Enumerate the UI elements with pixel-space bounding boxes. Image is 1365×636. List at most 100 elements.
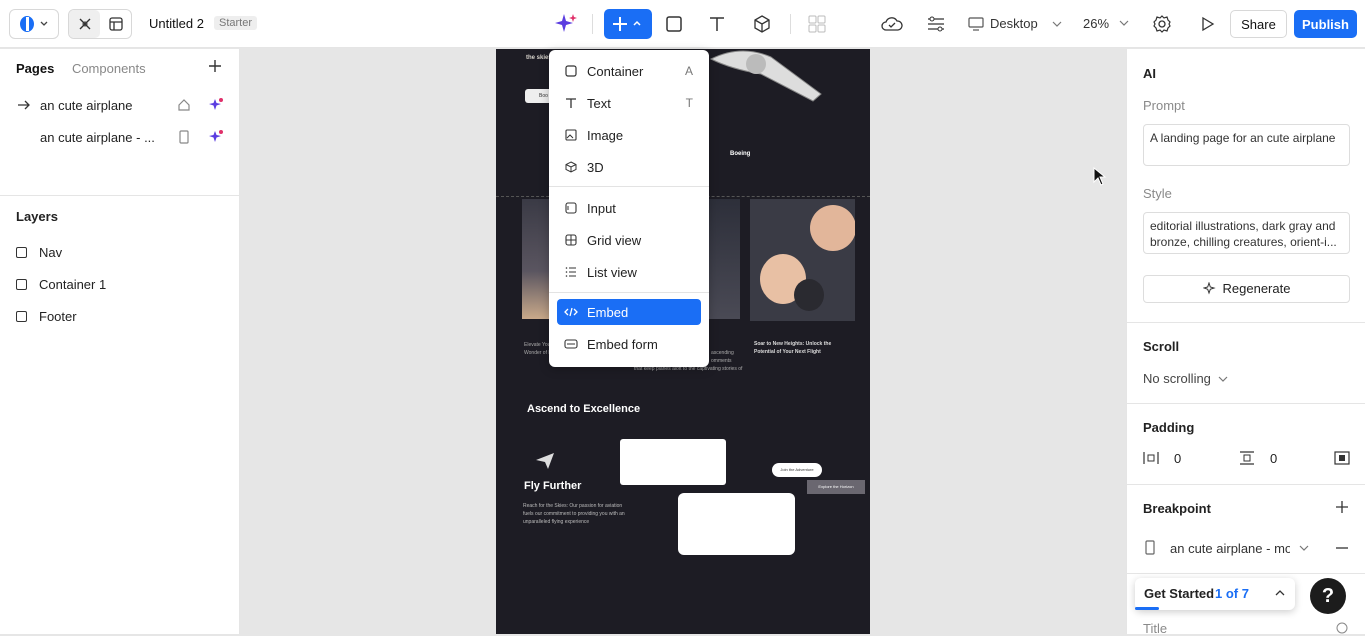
- menu-item-embed[interactable]: Embed: [557, 299, 701, 325]
- 3d-tool-icon[interactable]: [752, 14, 772, 34]
- embed-preview: [678, 493, 795, 555]
- padding-individual-icon[interactable]: [1334, 451, 1350, 465]
- fly-title: Fly Further: [524, 480, 582, 492]
- help-button[interactable]: ?: [1310, 578, 1346, 614]
- left-panel: Pages Components an cute airplane an cut…: [0, 49, 240, 634]
- chevron-down-icon: [1052, 21, 1062, 27]
- menu-item-embed-form[interactable]: Embed form: [557, 331, 701, 357]
- editor-mode-toggle: [68, 9, 132, 39]
- chevron-down-icon: [1218, 376, 1228, 382]
- layer-item[interactable]: Container 1: [16, 277, 106, 292]
- cloud-sync-icon[interactable]: [880, 13, 904, 35]
- tab-components[interactable]: Components: [72, 61, 146, 76]
- style-field[interactable]: editorial illustrations, dark gray and b…: [1143, 212, 1350, 254]
- frame-icon: [16, 247, 27, 258]
- input-icon: [564, 201, 578, 215]
- insert-menu: Container A Text T Image 3D Input Grid v…: [549, 50, 709, 367]
- menu-item-text[interactable]: Text T: [557, 90, 701, 116]
- card-caption-fragment: omments: [711, 358, 732, 364]
- breakpoint-title: Breakpoint: [1143, 501, 1211, 516]
- airplane-icon: [536, 453, 554, 469]
- frame-icon: [16, 311, 27, 322]
- table-mode-icon[interactable]: [100, 10, 131, 38]
- tab-pages[interactable]: Pages: [16, 61, 54, 76]
- right-panel: AI Prompt A landing page for an cute air…: [1126, 49, 1365, 636]
- shortcut-label: T: [685, 96, 693, 110]
- layers-title: Layers: [16, 209, 58, 224]
- padding-horizontal-icon: [1143, 452, 1159, 464]
- remove-breakpoint-icon[interactable]: [1335, 541, 1349, 555]
- ai-sparkle-button[interactable]: [553, 12, 579, 36]
- insert-button[interactable]: [604, 9, 652, 39]
- menu-item-image[interactable]: Image: [557, 122, 701, 148]
- padding-vertical-value[interactable]: 0: [1270, 451, 1277, 466]
- add-breakpoint-icon[interactable]: [1335, 500, 1349, 514]
- menu-item-container[interactable]: Container A: [557, 58, 701, 84]
- layer-item[interactable]: Footer: [16, 309, 77, 324]
- help-circle-icon[interactable]: [1336, 622, 1348, 634]
- scroll-select[interactable]: No scrolling: [1143, 371, 1229, 386]
- layer-label: Nav: [39, 245, 63, 260]
- settings-gear-icon[interactable]: [1151, 13, 1173, 35]
- scroll-value: No scrolling: [1143, 371, 1211, 386]
- menu-item-input[interactable]: Input: [557, 195, 701, 221]
- menu-item-label: Embed form: [587, 336, 658, 352]
- components-icon[interactable]: [807, 14, 827, 34]
- chevron-up-icon[interactable]: [1274, 588, 1286, 598]
- menu-item-label: Input: [587, 200, 616, 216]
- padding-vertical-icon: [1240, 451, 1254, 465]
- mouse-cursor-icon: [1093, 167, 1107, 186]
- app-menu-button[interactable]: [9, 9, 59, 39]
- padding-horizontal-value[interactable]: 0: [1174, 451, 1181, 466]
- chevron-down-icon: [1119, 20, 1129, 26]
- add-page-icon[interactable]: [207, 58, 223, 79]
- home-icon: [178, 99, 190, 111]
- prompt-field[interactable]: A landing page for an cute airplane: [1143, 124, 1350, 166]
- chevron-down-icon[interactable]: [1298, 543, 1310, 553]
- style-label: Style: [1143, 186, 1172, 201]
- menu-item-label: Embed: [587, 304, 629, 320]
- mobile-icon: [179, 130, 189, 144]
- progress-bar: [1135, 607, 1159, 610]
- embed-preview: [620, 439, 726, 485]
- sparkle-icon[interactable]: [208, 97, 224, 113]
- menu-item-label: Grid view: [587, 232, 642, 248]
- layer-item[interactable]: Nav: [16, 245, 62, 260]
- menu-item-label: Text: [587, 95, 611, 111]
- device-select[interactable]: Desktop: [968, 16, 1064, 31]
- image-icon: [564, 128, 578, 142]
- form-icon: [564, 337, 578, 351]
- menu-item-label: 3D: [587, 159, 604, 175]
- menu-item-grid-view[interactable]: Grid view: [557, 227, 701, 253]
- logo-icon: [20, 16, 48, 32]
- zoom-select[interactable]: 26%: [1083, 16, 1131, 31]
- sparkle-icon: [555, 14, 577, 32]
- document-title[interactable]: Untitled 2: [149, 16, 204, 31]
- join-button: Join the Adventure: [772, 463, 822, 477]
- page-item-mobile[interactable]: an cute airplane - ...: [0, 122, 240, 152]
- card-caption-fragment: ascending: [711, 350, 734, 356]
- airplane-illustration: [709, 50, 822, 102]
- layer-label: Footer: [39, 309, 77, 324]
- frame-tool-icon[interactable]: [664, 14, 684, 34]
- text-icon: [564, 96, 578, 110]
- list-icon: [564, 265, 578, 279]
- plan-badge: Starter: [214, 16, 258, 30]
- ai-section-title: AI: [1143, 66, 1156, 81]
- design-mode-icon[interactable]: [69, 10, 100, 38]
- prompt-label: Prompt: [1143, 98, 1185, 113]
- publish-button[interactable]: Publish: [1294, 10, 1357, 38]
- menu-item-3d[interactable]: 3D: [557, 154, 701, 180]
- preview-play-icon[interactable]: [1197, 14, 1217, 34]
- breakpoint-value[interactable]: an cute airplane - mo: [1170, 541, 1290, 556]
- share-button[interactable]: Share: [1230, 10, 1287, 38]
- regenerate-label: Regenerate: [1222, 281, 1291, 296]
- regenerate-button[interactable]: Regenerate: [1143, 275, 1350, 303]
- nav-item: Boeing: [730, 151, 751, 157]
- text-tool-icon[interactable]: [707, 14, 727, 34]
- menu-item-list-view[interactable]: List view: [557, 259, 701, 285]
- sliders-icon[interactable]: [925, 13, 947, 35]
- page-item-home[interactable]: an cute airplane: [0, 90, 240, 120]
- sparkle-icon[interactable]: [208, 129, 224, 145]
- get-started-widget[interactable]: Get Started 1 of 7: [1135, 578, 1295, 610]
